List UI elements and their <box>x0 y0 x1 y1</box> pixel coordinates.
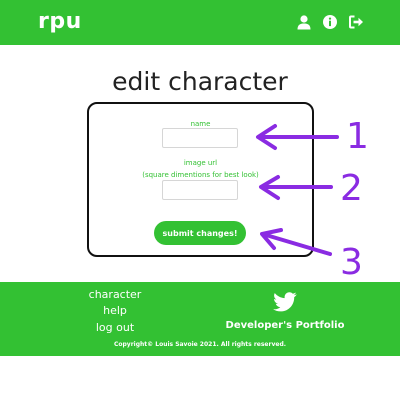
footer-link-log-out[interactable]: log out <box>65 321 165 334</box>
annotation-number-2: 2 <box>340 168 363 209</box>
developer-portfolio-link[interactable]: Developer's Portfolio <box>210 320 360 331</box>
annotation-arrow-3 <box>264 233 332 256</box>
footer: character help log out Developer's Portf… <box>0 282 400 356</box>
twitter-icon[interactable] <box>273 292 297 312</box>
annotation-number-1: 1 <box>346 116 369 157</box>
footer-link-help[interactable]: help <box>65 304 165 317</box>
annotation-number-3: 3 <box>340 242 363 283</box>
copyright-text: Copyright© Louis Savoie 2021. All rights… <box>113 341 287 348</box>
footer-link-character[interactable]: character <box>65 288 165 301</box>
